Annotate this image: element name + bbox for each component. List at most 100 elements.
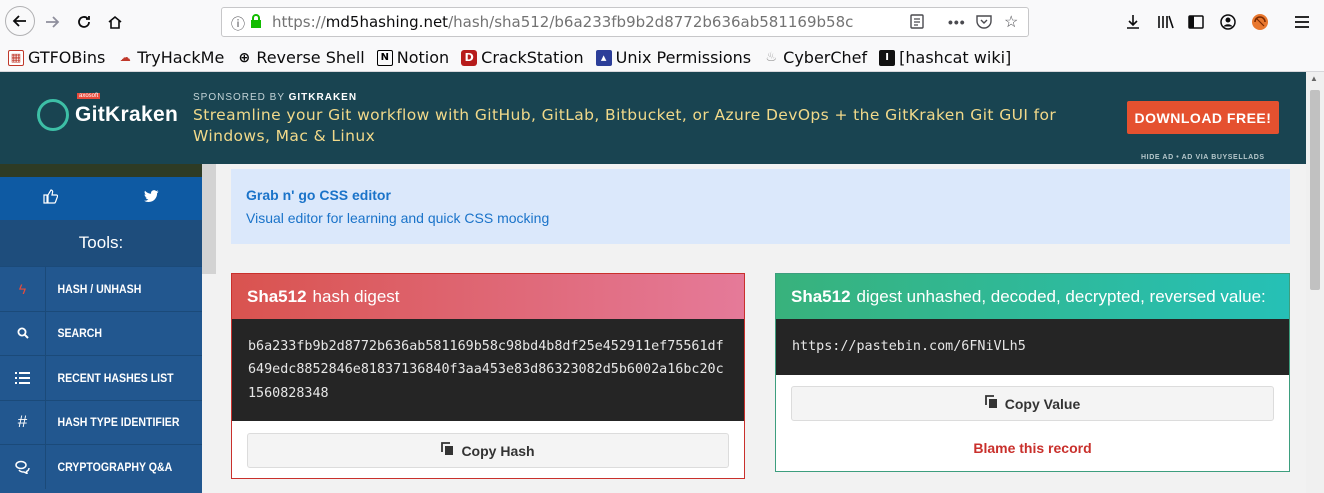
list-icon [0, 356, 46, 400]
ad-sponsored-label: SPONSORED BY GITKRAKEN [193, 92, 358, 103]
account-icon[interactable] [1214, 8, 1242, 36]
hashtag-icon: # [0, 400, 46, 444]
bookmark-label: CyberChef [783, 48, 868, 67]
bookmark-label: [hashcat wiki] [899, 48, 1012, 67]
copy-hash-label: Copy Hash [461, 442, 535, 459]
bookmark-label: Unix Permissions [615, 48, 752, 67]
ad-text[interactable]: Streamline your Git workflow with GitHub… [193, 105, 1073, 147]
sidebar-toggle-icon[interactable] [1182, 8, 1210, 36]
hash-value[interactable]: b6a233fb9b2d8772b636ab581169b58c98bd4b8d… [232, 319, 744, 421]
browser-toolbar: ⓘ https://md5hashing.net/hash/sha512/b6a… [0, 0, 1324, 44]
tools-header: Tools: [0, 220, 202, 266]
bookmark-notion[interactable]: N Notion [376, 48, 450, 67]
globe-icon: ⊕ [238, 49, 251, 66]
page-content: GitKraken axosoft SPONSORED BY GITKRAKEN… [0, 72, 1324, 493]
panel-title: hash digest [312, 286, 400, 306]
forward-arrow-icon[interactable] [38, 8, 66, 36]
download-free-button[interactable]: DOWNLOAD FREE! [1127, 101, 1279, 134]
menu-item-label: HASH TYPE IDENTIFIER [57, 415, 180, 430]
page-scrollbar[interactable]: ▲ [1306, 72, 1324, 493]
twitter-button[interactable] [101, 177, 202, 220]
bookmark-tryhackme[interactable]: ☁ TryHackMe [117, 48, 225, 67]
bookmark-label: CrackStation [481, 48, 584, 67]
thumbs-up-icon [43, 189, 59, 208]
hashcat-icon: I [879, 49, 896, 66]
copy-value-button[interactable]: Copy Value [791, 386, 1274, 421]
logo-name: GitKraken [75, 103, 179, 126]
downloads-icon[interactable] [1119, 8, 1147, 36]
home-icon[interactable] [101, 8, 129, 36]
sidebar: Tools: ϟ HASH / UNHASH SEARCH RECENT HAS… [0, 164, 202, 493]
lightning-icon: ϟ [0, 267, 46, 311]
social-buttons [0, 177, 202, 220]
sidebar-banner-image [0, 164, 202, 177]
hash-digest-panel: Sha512 hash digest b6a233fb9b2d8772b636a… [231, 273, 745, 479]
url-text: https://md5hashing.net/hash/sha512/b6a23… [272, 13, 854, 31]
bookmark-cyberchef[interactable]: ♨ CyberChef [763, 48, 867, 67]
copy-value-label: Copy Value [1004, 395, 1081, 412]
bookmark-label: GTFOBins [28, 48, 106, 67]
cloud-icon: ☁ [119, 51, 131, 64]
panel-title: digest unhashed, decoded, decrypted, rev… [856, 286, 1266, 306]
bookmark-star-icon[interactable]: ☆ [1004, 12, 1018, 32]
crackstation-icon: D [461, 49, 478, 66]
menu-item-label: SEARCH [57, 326, 103, 341]
promo-title[interactable]: Grab n' go CSS editor [246, 187, 391, 203]
blame-record-link[interactable]: Blame this record [776, 440, 1289, 456]
address-bar[interactable]: ⓘ https://md5hashing.net/hash/sha512/b6a… [221, 7, 1029, 37]
promo-subtitle[interactable]: Visual editor for learning and quick CSS… [246, 210, 549, 226]
scroll-up-arrow-icon[interactable]: ▲ [1310, 74, 1318, 83]
bookmark-unix-permissions[interactable]: ▴ Unix Permissions [595, 48, 752, 67]
menu-icon[interactable] [1288, 8, 1316, 36]
bookmark-label: Notion [396, 48, 450, 67]
copy-hash-button[interactable]: Copy Hash [247, 433, 729, 468]
unhashed-value-panel: Sha512 digest unhashed, decoded, decrypt… [775, 273, 1290, 472]
page-actions-icon[interactable]: ••• [948, 14, 966, 30]
reader-view-icon[interactable] [910, 14, 924, 32]
page-scrollbar-thumb[interactable] [1310, 90, 1320, 290]
algorithm-name: Sha512 [247, 286, 307, 306]
search-icon [0, 311, 46, 355]
library-icon[interactable] [1152, 8, 1180, 36]
hide-ad-link[interactable]: HIDE AD • AD VIA BUYSELLADS [1141, 154, 1265, 161]
menu-item-hash-type-identifier[interactable]: # HASH TYPE IDENTIFIER [0, 399, 202, 444]
bookmark-label: Reverse Shell [256, 48, 365, 67]
menu-item-cryptography-qa[interactable]: CRYPTOGRAPHY Q&A [0, 444, 202, 489]
menu-item-search[interactable]: SEARCH [0, 310, 202, 355]
chef-hat-icon: ♨ [765, 50, 777, 65]
bookmark-label: TryHackMe [137, 48, 225, 67]
notion-icon: N [376, 49, 393, 66]
back-arrow-icon[interactable] [5, 6, 35, 36]
bookmark-crackstation[interactable]: D CrackStation [461, 48, 584, 67]
hash-digest-header: Sha512 hash digest [232, 274, 744, 319]
ad-banner[interactable]: GitKraken axosoft SPONSORED BY GITKRAKEN… [0, 72, 1306, 164]
like-button[interactable] [0, 177, 101, 220]
sidebar-scrollbar-thumb[interactable] [202, 164, 216, 274]
algorithm-name: Sha512 [791, 286, 851, 306]
menu-item-label: HASH / UNHASH [57, 281, 142, 296]
lock-icon[interactable] [250, 14, 262, 31]
bookmark-hashcat-wiki[interactable]: I [hashcat wiki] [879, 48, 1011, 67]
bookmark-gtfobins[interactable]: ▦ GTFOBins [8, 48, 105, 67]
promo-box[interactable]: Grab n' go CSS editor Visual editor for … [231, 169, 1290, 244]
copy-icon [441, 442, 454, 459]
menu-item-label: CRYPTOGRAPHY Q&A [57, 459, 173, 474]
menu-item-recent-hashes[interactable]: RECENT HASHES LIST [0, 355, 202, 400]
tools-menu: ϟ HASH / UNHASH SEARCH RECENT HASHES LIS… [0, 266, 202, 489]
extension-icon[interactable] [1246, 8, 1274, 36]
grid-icon: ▦ [8, 49, 24, 66]
bookmark-reverse-shell[interactable]: ⊕ Reverse Shell [236, 48, 364, 67]
unhashed-value-header: Sha512 digest unhashed, decoded, decrypt… [776, 274, 1289, 319]
info-icon[interactable]: ⓘ [231, 14, 245, 34]
menu-item-hash-unhash[interactable]: ϟ HASH / UNHASH [0, 266, 202, 311]
copy-icon [984, 395, 998, 412]
twitter-icon [144, 190, 159, 207]
reload-icon[interactable] [70, 8, 98, 36]
chat-icon [0, 445, 46, 489]
gitkraken-logo[interactable]: GitKraken axosoft [37, 93, 179, 131]
kraken-icon [37, 99, 69, 131]
image-icon: ▴ [595, 49, 612, 66]
logo-badge: axosoft [77, 93, 101, 99]
unhashed-value[interactable]: https://pastebin.com/6FNiVLh5 [776, 319, 1289, 375]
pocket-icon[interactable] [976, 14, 992, 32]
